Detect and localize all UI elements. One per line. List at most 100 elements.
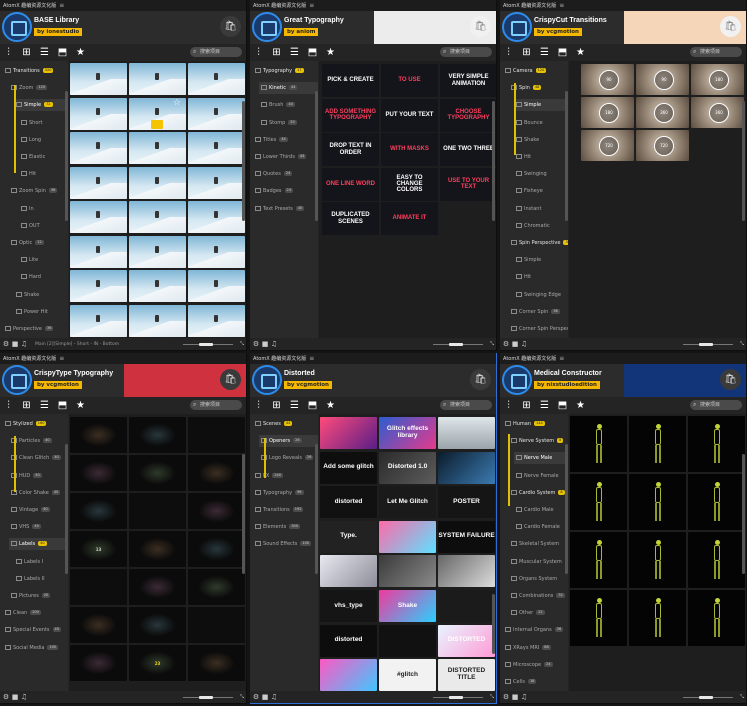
- preview-thumbnail[interactable]: DROP TEXT IN ORDER: [322, 133, 379, 166]
- preview-thumbnail[interactable]: [70, 132, 127, 164]
- sidebar-item[interactable]: Typography 17: [253, 65, 318, 77]
- preview-thumbnail[interactable]: [188, 455, 245, 491]
- preview-thumbnail[interactable]: ONE TWO THREE: [440, 133, 496, 166]
- search-input[interactable]: ⌕ 搜索项目: [690, 400, 742, 410]
- preview-thumbnail[interactable]: [188, 607, 245, 643]
- content-scrollbar[interactable]: [742, 454, 745, 574]
- sidebar-item[interactable]: Cardio System 8: [509, 487, 568, 499]
- sidebar-item[interactable]: Special Events 40: [3, 624, 68, 636]
- preview-thumbnail[interactable]: CHOOSE TYPOGRAPHY: [440, 98, 496, 132]
- preview-thumbnail[interactable]: Shake: [379, 590, 436, 622]
- preview-thumbnail[interactable]: [188, 569, 245, 605]
- sidebar-item[interactable]: Short: [19, 117, 68, 129]
- preview-thumbnail[interactable]: [379, 555, 436, 588]
- stop-icon[interactable]: ■: [261, 691, 269, 703]
- sidebar-item[interactable]: Sound Effects 100: [253, 538, 318, 550]
- music-note-icon[interactable]: ♫: [20, 691, 28, 703]
- sidebar-item[interactable]: Typography 96: [253, 487, 318, 499]
- preview-thumbnail[interactable]: [379, 520, 436, 553]
- sidebar-item[interactable]: Stomp 20: [259, 117, 318, 129]
- preview-thumbnail[interactable]: Let Me Glitch: [379, 486, 436, 519]
- preview-thumbnail[interactable]: [438, 590, 495, 622]
- content-scrollbar[interactable]: [242, 101, 245, 221]
- list-icon[interactable]: ☰: [539, 47, 550, 58]
- pack-author-badge[interactable]: by aniom: [284, 28, 319, 36]
- sidebar-item[interactable]: Other 22: [509, 607, 568, 619]
- hamburger-menu-icon[interactable]: ≡: [309, 0, 314, 11]
- sidebar-item[interactable]: Perspective 36: [3, 323, 68, 335]
- star-icon[interactable]: ★: [575, 400, 586, 411]
- preview-thumbnail[interactable]: [70, 201, 127, 233]
- preview-thumbnail[interactable]: [320, 555, 377, 588]
- search-input[interactable]: ⌕ 搜索项目: [190, 400, 242, 410]
- preview-thumbnail[interactable]: [188, 531, 245, 567]
- sidebar-item[interactable]: Openers 26: [259, 435, 318, 448]
- sidebar-item[interactable]: Simple: [514, 99, 568, 112]
- preview-thumbnail[interactable]: [629, 416, 686, 472]
- slider-knob[interactable]: [199, 343, 213, 346]
- preview-thumbnail[interactable]: [438, 451, 495, 484]
- sidebar-item[interactable]: Long: [19, 134, 68, 146]
- preview-thumbnail[interactable]: [188, 235, 245, 268]
- preview-thumbnail[interactable]: [188, 493, 245, 529]
- settings-gear-icon[interactable]: ⚙: [2, 338, 10, 350]
- sidebar-item[interactable]: Color Shake 40: [9, 487, 68, 499]
- preview-thumbnail[interactable]: 90: [636, 64, 689, 95]
- preview-thumbnail[interactable]: [320, 417, 377, 449]
- preview-thumbnail[interactable]: [129, 201, 186, 233]
- preview-thumbnail[interactable]: [379, 624, 436, 657]
- preview-thumbnail[interactable]: [129, 270, 186, 302]
- content-scrollbar[interactable]: [742, 101, 745, 221]
- preview-thumbnail[interactable]: POSTER: [438, 486, 495, 519]
- sidebar-item[interactable]: Brush 44: [259, 99, 318, 111]
- sidebar-item[interactable]: Nerve System 8: [509, 435, 568, 447]
- preview-thumbnail[interactable]: [129, 304, 186, 337]
- sidebar-item[interactable]: Logo Reveals 26: [259, 452, 318, 464]
- star-icon[interactable]: ★: [325, 47, 336, 58]
- preview-thumbnail[interactable]: [688, 590, 745, 646]
- music-note-icon[interactable]: ♫: [270, 691, 278, 703]
- preview-thumbnail[interactable]: distorted: [320, 624, 377, 657]
- preview-thumbnail[interactable]: [129, 166, 186, 199]
- preview-thumbnail[interactable]: 13: [70, 531, 127, 567]
- import-icon[interactable]: ⬒: [557, 47, 568, 58]
- preview-thumbnail[interactable]: PUT YOUR TEXT: [381, 98, 438, 132]
- sidebar-item[interactable]: Instant: [514, 203, 568, 215]
- sliders-icon[interactable]: ⫶: [503, 400, 514, 411]
- sidebar-item[interactable]: Shake: [514, 134, 568, 146]
- preview-thumbnail[interactable]: USE TO YOUR TEXT: [440, 167, 496, 201]
- preview-thumbnail[interactable]: [129, 455, 186, 491]
- sidebar-item[interactable]: Swinging: [514, 168, 568, 180]
- content-scrollbar[interactable]: [492, 594, 495, 654]
- shopping-bag-icon[interactable]: 🛍: [720, 16, 741, 37]
- sidebar-item[interactable]: Hit: [19, 168, 68, 180]
- list-icon[interactable]: ☰: [289, 47, 300, 58]
- sidebar-item[interactable]: Camera 120: [503, 65, 568, 77]
- music-note-icon[interactable]: ♫: [520, 691, 528, 703]
- music-note-icon[interactable]: ♫: [520, 338, 528, 350]
- preview-thumbnail[interactable]: ONE LINE WORD: [322, 167, 379, 201]
- sidebar-item[interactable]: Labels I: [14, 556, 68, 568]
- settings-gear-icon[interactable]: ⚙: [252, 691, 260, 703]
- sliders-icon[interactable]: ⫶: [503, 47, 514, 58]
- star-icon[interactable]: ★: [75, 400, 86, 411]
- preview-thumbnail[interactable]: [70, 455, 127, 491]
- preview-thumbnail[interactable]: [70, 270, 127, 302]
- preview-thumbnail[interactable]: [629, 590, 686, 646]
- preview-thumbnail[interactable]: [70, 97, 127, 130]
- import-icon[interactable]: ⬒: [57, 400, 68, 411]
- sidebar-item[interactable]: Kinetic 44: [259, 82, 318, 95]
- preview-thumbnail[interactable]: DUPLICATED SCENES: [322, 202, 379, 235]
- sidebar-item[interactable]: Human 144: [503, 418, 568, 430]
- sidebar-item[interactable]: Organs System: [509, 573, 568, 585]
- import-badge-icon[interactable]: [151, 120, 163, 129]
- sidebar-item[interactable]: Shake: [14, 289, 68, 301]
- preview-thumbnail[interactable]: [188, 201, 245, 233]
- list-icon[interactable]: ☰: [39, 47, 50, 58]
- sidebar-item[interactable]: Titles 44: [253, 134, 318, 146]
- sidebar-item[interactable]: OUT: [19, 220, 68, 232]
- preview-thumbnail[interactable]: [129, 607, 186, 643]
- sidebar-item[interactable]: Muscular System: [509, 556, 568, 568]
- pack-author-badge[interactable]: by ionestudio: [34, 28, 83, 36]
- preview-thumbnail[interactable]: Glitch effects library: [379, 417, 436, 449]
